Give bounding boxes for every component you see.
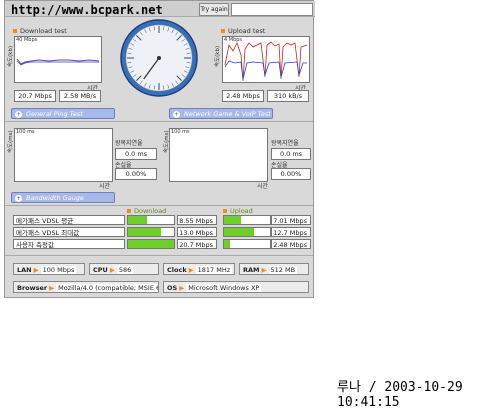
try-again-button[interactable]: Try again bbox=[199, 3, 229, 16]
clock-key: Clock bbox=[167, 266, 187, 274]
download-ylabel: 속도(kb) bbox=[8, 45, 14, 67]
bandwidth-row-label: 메가패스 VDSL 최대값 bbox=[13, 227, 125, 237]
status-field[interactable] bbox=[231, 3, 313, 16]
ram-value: 512 MB bbox=[268, 266, 298, 274]
download-title: Download test bbox=[13, 27, 67, 35]
plus-icon: + bbox=[15, 111, 22, 118]
bandwidth-upload-header: Upload bbox=[223, 207, 253, 215]
upload-value: 12.7 Mbps bbox=[271, 227, 311, 237]
ping-graph: 100 ms bbox=[14, 128, 113, 182]
general-ping-label: General Ping Test bbox=[26, 110, 83, 118]
top-bar: http://www.bcpark.net Try again bbox=[5, 1, 315, 17]
download-graph: 40 Mbps bbox=[14, 36, 102, 83]
game-graph: 100 ms bbox=[169, 128, 268, 182]
arrow-right-icon: ▶ bbox=[179, 284, 185, 292]
upload-kbs-box: 310 kB/s bbox=[267, 90, 309, 102]
upload-graph: 4 Mbps bbox=[222, 36, 310, 83]
lan-key: LAN bbox=[17, 266, 32, 274]
game-rtt-label: 왕복지연율 bbox=[271, 140, 299, 147]
download-mbps-box: 20.7 Mbps bbox=[14, 90, 56, 102]
arrow-right-icon: ▶ bbox=[49, 284, 55, 292]
clock-info: Clock ▶ 1817 MHz bbox=[163, 263, 235, 275]
arrow-right-icon: ▶ bbox=[33, 266, 39, 274]
site-watermark: http://www.bcpark.net bbox=[11, 3, 163, 17]
download-value: 20.7 Mbps bbox=[177, 239, 217, 249]
speed-gauge bbox=[120, 19, 198, 97]
arrow-right-icon: ▶ bbox=[109, 266, 115, 274]
upload-bar bbox=[223, 239, 271, 249]
timestamp-watermark: 루나 / 2003-10-29 10:41:15 bbox=[337, 380, 463, 410]
ping-rtt-value: 0.0 ms bbox=[115, 148, 157, 160]
bandwidth-gauge-label: Bandwidth Gauge bbox=[26, 194, 84, 202]
download-line bbox=[16, 58, 100, 66]
cpu-value: 586 bbox=[116, 266, 134, 274]
ping-loss-value: 0.00% bbox=[115, 168, 157, 180]
plus-icon: + bbox=[15, 195, 22, 202]
game-loss-value: 0.00% bbox=[271, 168, 311, 180]
bandwidth-download-header: Download bbox=[127, 207, 166, 215]
divider bbox=[5, 255, 313, 256]
download-bar bbox=[127, 239, 175, 249]
game-xlabel: 시간 bbox=[257, 183, 269, 190]
browser-info: Browser ▶ Mozilla/4.0 (compatible; MSIE 6.… bbox=[13, 281, 159, 293]
lan-info: LAN ▶ 100 Mbps bbox=[13, 263, 85, 275]
upload-bar bbox=[223, 227, 271, 237]
upload-bar-fill bbox=[224, 216, 241, 224]
os-key: OS bbox=[167, 284, 178, 292]
download-scale: 40 Mbps bbox=[16, 37, 38, 43]
download-value: 8.55 Mbps bbox=[177, 215, 217, 225]
divider bbox=[5, 205, 313, 206]
cpu-key: CPU bbox=[93, 266, 108, 274]
plus-icon: + bbox=[173, 111, 180, 118]
upload-mbps-box: 2.48 Mbps bbox=[222, 90, 264, 102]
os-value: Microsoft Windows XP bbox=[186, 284, 262, 292]
ping-scale: 100 ms bbox=[16, 129, 35, 135]
download-value: 13.0 Mbps bbox=[177, 227, 217, 237]
download-mbs-box: 2.58 MB/s bbox=[59, 90, 101, 102]
upload-bar-fill bbox=[224, 228, 255, 236]
download-bar-fill bbox=[128, 228, 162, 236]
browser-value: Mozilla/4.0 (compatible; MSIE 6.0 bbox=[56, 284, 158, 292]
divider bbox=[5, 121, 313, 122]
clock-value: 1817 MHz bbox=[195, 266, 233, 274]
upload-ylabel: 속도(kb) bbox=[215, 45, 221, 67]
upload-value: 7.01 Mbps bbox=[271, 215, 311, 225]
upload-value: 2.48 Mbps bbox=[271, 239, 311, 249]
browser-key: Browser bbox=[17, 284, 48, 292]
cpu-info: CPU ▶ 586 bbox=[89, 263, 159, 275]
bandwidth-gauge-button[interactable]: + Bandwidth Gauge bbox=[11, 192, 115, 203]
download-bar bbox=[127, 227, 175, 237]
download-bar bbox=[127, 215, 175, 225]
lan-value: 100 Mbps bbox=[40, 266, 77, 274]
bandwidth-row-label: 메가패스 VDSL 평균 bbox=[13, 215, 125, 225]
download-bar-fill bbox=[128, 216, 147, 224]
upload-bar bbox=[223, 215, 271, 225]
general-ping-test-button[interactable]: + General Ping Test bbox=[11, 108, 115, 119]
bandwidth-row-label: 사용자 측정값 bbox=[13, 239, 125, 249]
upload-scale: 4 Mbps bbox=[224, 37, 243, 43]
game-rtt-value: 0.0 ms bbox=[271, 148, 311, 160]
upload-bar-fill bbox=[224, 240, 230, 248]
ping-rtt-label: 왕복지연율 bbox=[115, 140, 143, 147]
upload-title: Upload test bbox=[221, 27, 265, 35]
os-info: OS ▶ Microsoft Windows XP bbox=[163, 281, 309, 293]
ram-info: RAM ▶ 512 MB bbox=[239, 263, 309, 275]
download-bar-fill bbox=[128, 240, 174, 248]
ping-xlabel: 시간 bbox=[99, 183, 111, 190]
upload-line bbox=[224, 41, 308, 82]
network-game-voip-test-button[interactable]: + Network Game & VoIP Test bbox=[169, 108, 273, 119]
speed-test-panel: http://www.bcpark.net Try again Download… bbox=[4, 0, 315, 298]
ping-ylabel: 속도(ms) bbox=[8, 130, 14, 153]
network-game-label: Network Game & VoIP Test bbox=[184, 110, 271, 118]
game-scale: 100 ms bbox=[171, 129, 190, 135]
arrow-right-icon: ▶ bbox=[261, 266, 267, 274]
ram-key: RAM bbox=[243, 266, 260, 274]
arrow-right-icon: ▶ bbox=[188, 266, 194, 274]
